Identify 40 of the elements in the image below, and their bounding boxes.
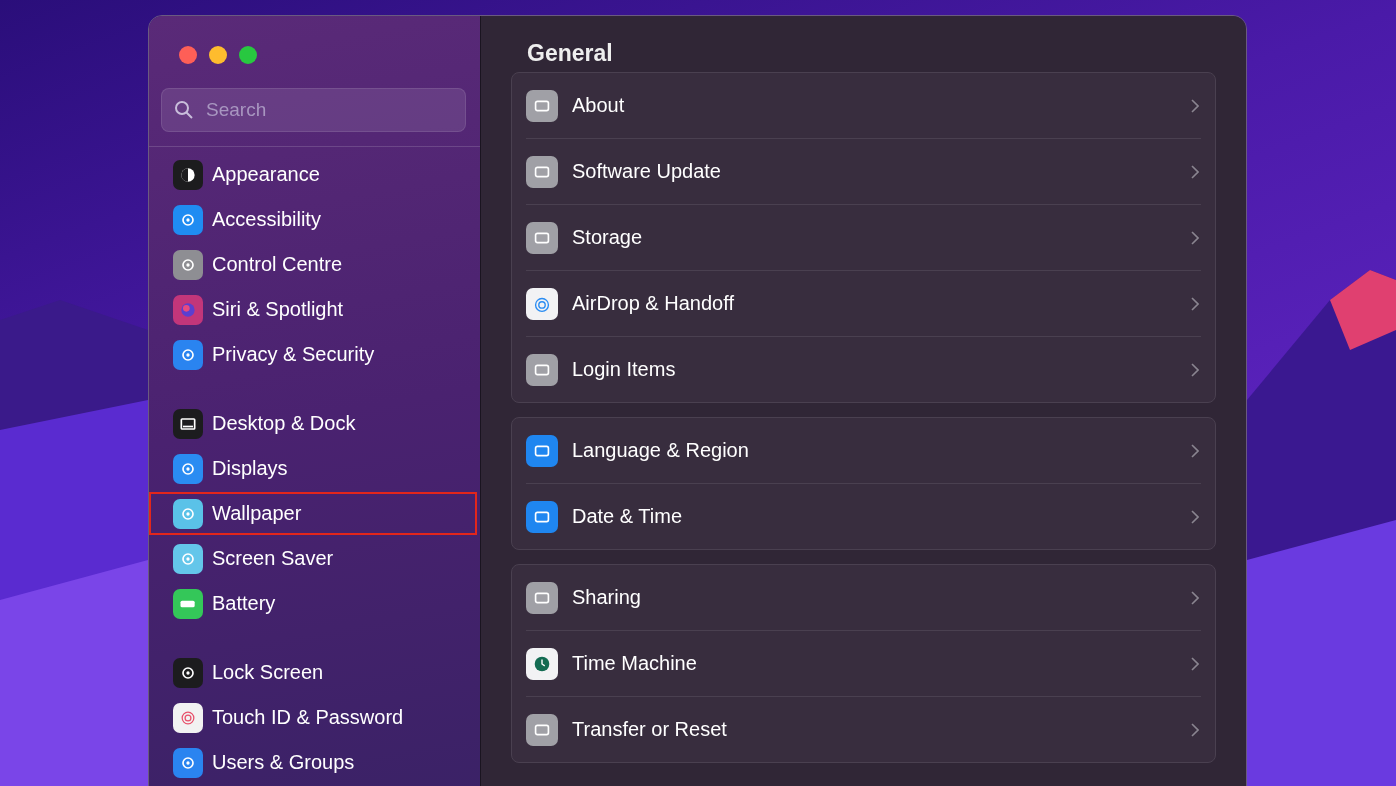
sidebar-item[interactable]: Privacy & Security [149, 333, 477, 376]
sidebar-item[interactable]: Siri & Spotlight [149, 288, 477, 331]
settings-row[interactable]: Login Items [526, 337, 1201, 402]
search-icon [174, 100, 194, 120]
settings-row[interactable]: Software Update [526, 139, 1201, 205]
chevron-icon [1191, 722, 1199, 737]
chevron-icon [1191, 656, 1199, 671]
sidebar-item[interactable]: Lock Screen [149, 651, 477, 694]
sidebar-item[interactable]: Touch ID & Password [149, 696, 477, 739]
chevron-icon [1191, 362, 1199, 377]
search-field[interactable]: Search [204, 98, 453, 122]
sidebar-item[interactable]: Wallpaper [149, 492, 477, 535]
settings-row[interactable]: Language & Region [526, 418, 1201, 484]
settings-row[interactable]: Storage [526, 205, 1201, 271]
chevron-icon [1191, 509, 1199, 524]
sidebar-item[interactable]: Battery [149, 582, 477, 625]
minimize-button[interactable] [209, 46, 227, 64]
sidebar-item[interactable]: Displays [149, 447, 477, 490]
chevron-icon [1191, 164, 1199, 179]
settings-row[interactable]: AirDrop & Handoff [526, 271, 1201, 337]
settings-row[interactable]: Sharing [526, 565, 1201, 631]
sidebar-item[interactable]: Desktop & Dock [149, 402, 477, 445]
sidebar-item[interactable]: Screen Saver [149, 537, 477, 580]
settings-row[interactable]: About [526, 73, 1201, 139]
sidebar-item[interactable]: Appearance [149, 153, 477, 196]
page-title: General [527, 40, 614, 68]
zoom-button[interactable] [239, 46, 257, 64]
search-bar[interactable]: Search [161, 88, 466, 132]
chevron-icon [1191, 590, 1199, 605]
sidebar-item[interactable]: Users & Groups [149, 741, 477, 784]
sidebar-item[interactable]: Control Centre [149, 243, 477, 286]
settings-row[interactable]: Transfer or Reset [526, 697, 1201, 762]
chevron-icon [1191, 296, 1199, 311]
close-button[interactable] [179, 46, 197, 64]
chevron-icon [1191, 230, 1199, 245]
chevron-icon [1191, 98, 1199, 113]
sidebar-item[interactable]: Accessibility [149, 198, 477, 241]
chevron-icon [1191, 443, 1199, 458]
settings-row[interactable]: Date & Time [526, 484, 1201, 549]
settings-row[interactable]: Time Machine [526, 631, 1201, 697]
